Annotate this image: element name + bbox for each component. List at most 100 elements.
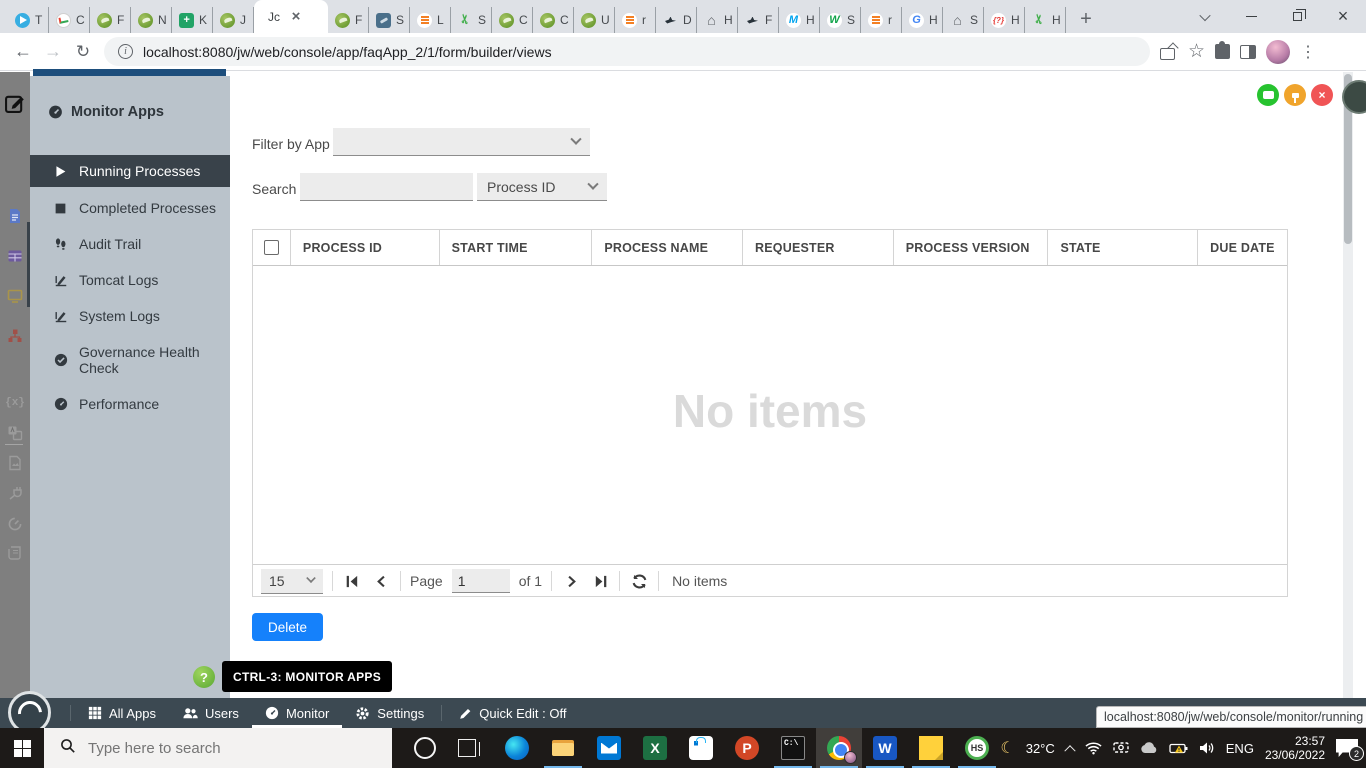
page-size-select[interactable]: 15 (261, 568, 323, 594)
panel-pin-button[interactable] (1284, 84, 1306, 106)
tab-search-chevron-icon[interactable] (1182, 0, 1228, 33)
bookmark-star-icon[interactable] (1188, 40, 1205, 63)
page-number-input[interactable] (451, 569, 510, 593)
form-doc-icon[interactable] (4, 205, 26, 227)
admin-bar-settings[interactable]: Settings (342, 698, 437, 728)
back-button[interactable] (8, 37, 38, 67)
browser-tab[interactable]: S (451, 7, 492, 33)
start-button[interactable] (0, 728, 44, 768)
wifi-icon[interactable] (1085, 741, 1102, 755)
browser-tab[interactable]: C (49, 7, 90, 33)
sidebar-item-system-logs[interactable]: System Logs (30, 301, 230, 331)
action-center-icon[interactable]: 2 (1336, 739, 1364, 761)
gauge-icon[interactable] (4, 512, 26, 534)
side-panel-icon[interactable] (1240, 44, 1257, 59)
taskbar-store[interactable] (678, 728, 724, 768)
browser-tab[interactable]: C (533, 7, 574, 33)
sidebar-item-audit-trail[interactable]: Audit Trail (30, 229, 230, 259)
site-info-icon[interactable] (118, 44, 133, 59)
first-page-icon[interactable] (342, 571, 362, 591)
refresh-icon[interactable] (629, 571, 649, 591)
column-header-due-date[interactable]: DUE DATE (1198, 230, 1287, 265)
userview-monitor-icon[interactable] (4, 285, 26, 307)
delete-button[interactable]: Delete (252, 613, 323, 641)
address-bar[interactable]: localhost:8080/jw/web/console/app/faqApp… (104, 37, 1150, 66)
sidebar-item-performance[interactable]: Performance (30, 389, 230, 419)
edit-form-icon[interactable] (4, 92, 26, 114)
taskbar-mail[interactable] (586, 728, 632, 768)
column-header-process-id[interactable]: PROCESS ID (291, 230, 440, 265)
sidebar-item-completed-processes[interactable]: Completed Processes (30, 193, 230, 223)
minimize-button[interactable] (1228, 0, 1274, 33)
search-field-select[interactable]: Process ID (477, 173, 607, 201)
admin-bar-all-apps[interactable]: All Apps (75, 698, 169, 728)
extensions-icon[interactable] (1215, 41, 1231, 59)
browser-tab[interactable]: F (90, 7, 131, 33)
browser-tab[interactable]: H (697, 7, 738, 33)
taskbar-sticky-notes[interactable] (908, 728, 954, 768)
profile-avatar[interactable] (1266, 39, 1291, 64)
browser-tab[interactable]: D (656, 7, 697, 33)
browser-tab[interactable]: F (738, 7, 779, 33)
temperature[interactable]: 32°C (1026, 741, 1055, 756)
new-tab-button[interactable] (1072, 5, 1100, 33)
browser-tab[interactable]: N (131, 7, 172, 33)
weather-moon-icon[interactable] (1000, 738, 1014, 758)
last-page-icon[interactable] (590, 571, 610, 591)
browser-tab[interactable]: S (943, 7, 984, 33)
translate-icon[interactable] (4, 422, 26, 444)
task-view-icon[interactable] (458, 739, 480, 757)
filter-by-app-select[interactable] (333, 128, 590, 156)
browser-tab[interactable]: H (779, 7, 820, 33)
cast-icon[interactable] (1113, 741, 1129, 755)
browser-tab[interactable]: U (574, 7, 615, 33)
taskbar-powerpoint[interactable] (724, 728, 770, 768)
clock[interactable]: 23:57 23/06/2022 (1265, 734, 1325, 762)
browser-tab[interactable]: T (8, 7, 49, 33)
variables-icon[interactable] (4, 392, 26, 414)
browser-menu-icon[interactable] (1300, 42, 1326, 62)
forward-button[interactable] (38, 37, 68, 67)
battery-warning-icon[interactable] (1169, 742, 1188, 755)
share-icon[interactable] (1160, 44, 1178, 60)
next-page-icon[interactable] (561, 571, 581, 591)
datalist-table-icon[interactable] (4, 245, 26, 267)
taskbar-search-input[interactable] (88, 739, 338, 757)
close-icon[interactable] (288, 9, 304, 25)
taskbar-search[interactable] (44, 728, 392, 768)
admin-bar-users[interactable]: Users (169, 698, 252, 728)
reload-button[interactable] (68, 37, 98, 67)
browser-tab[interactable]: H (1025, 7, 1066, 33)
browser-tab[interactable]: F (328, 7, 369, 33)
browser-tab[interactable]: C (492, 7, 533, 33)
image-doc-icon[interactable] (4, 452, 26, 474)
browser-tab[interactable]: r (615, 7, 656, 33)
column-header-state[interactable]: STATE (1048, 230, 1199, 265)
sidebar-item-tomcat-logs[interactable]: Tomcat Logs (30, 265, 230, 295)
browser-tab[interactable]: H (902, 7, 943, 33)
taskbar-chrome[interactable] (816, 728, 862, 768)
browser-tab[interactable]: J (213, 7, 254, 33)
browser-tab[interactable]: K (172, 7, 213, 33)
column-header-requester[interactable]: REQUESTER (743, 230, 894, 265)
taskbar-word[interactable] (862, 728, 908, 768)
volume-icon[interactable] (1199, 741, 1215, 755)
tray-expand-icon[interactable] (1064, 745, 1076, 757)
page-scrollbar[interactable] (1343, 72, 1353, 698)
browser-tab[interactable]: r (861, 7, 902, 33)
process-sitemap-icon[interactable] (4, 325, 26, 347)
browser-tab[interactable]: L (410, 7, 451, 33)
browser-tab[interactable]: H (984, 7, 1025, 33)
taskbar-edge[interactable] (494, 728, 540, 768)
plugin-icon[interactable] (4, 482, 26, 504)
panel-close-button[interactable] (1311, 84, 1333, 106)
browser-tab[interactable]: S (369, 7, 410, 33)
scroll-icon[interactable] (4, 542, 26, 564)
column-header-process-name[interactable]: PROCESS NAME (592, 230, 744, 265)
admin-bar-monitor[interactable]: Monitor (252, 698, 342, 728)
select-all-checkbox[interactable] (263, 240, 279, 255)
taskbar-explorer[interactable] (540, 728, 586, 768)
onedrive-icon[interactable] (1140, 742, 1158, 754)
browser-tab-active[interactable]: Jc (254, 0, 328, 33)
sidebar-item-running-processes[interactable]: Running Processes (30, 155, 230, 187)
